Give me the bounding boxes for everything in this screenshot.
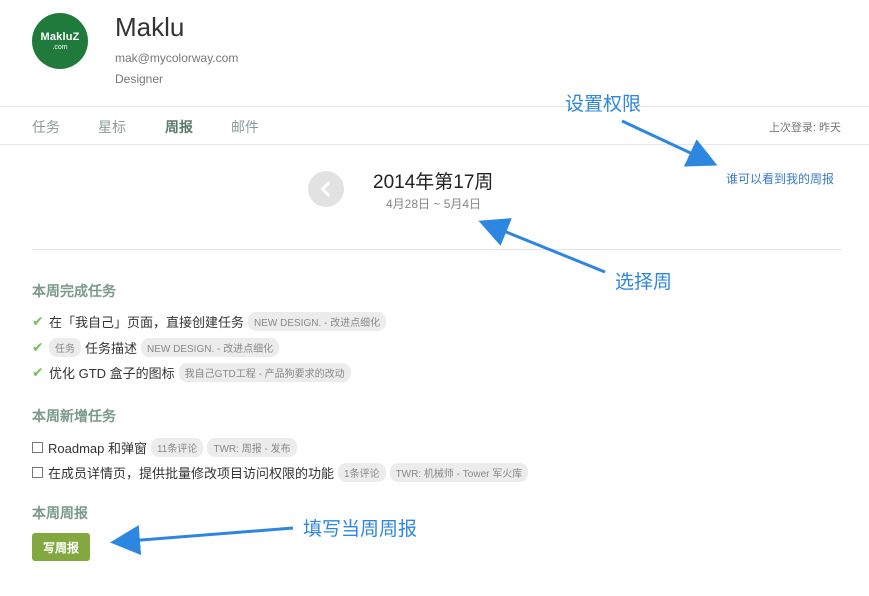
arrow-to-week-selector: [478, 218, 606, 274]
week-date-range: 4月28日 ~ 5月4日: [386, 197, 482, 211]
arrow-to-write-button: [110, 525, 294, 556]
task-type-tag: 任务: [49, 338, 81, 357]
completed-task-row: ✔ 任务 任务描述 NEW DESIGN. - 改进点细化: [32, 338, 280, 357]
project-tag[interactable]: NEW DESIGN. - 改进点细化: [141, 338, 280, 357]
new-tasks-heading: 本周新增任务: [32, 408, 116, 424]
weekly-report-heading: 本周周报: [32, 505, 88, 521]
project-tag[interactable]: TWR: 机械师 - Tower 军火库: [389, 463, 529, 482]
profile-name: Maklu: [115, 12, 185, 42]
comment-count-tag[interactable]: 11条评论: [150, 438, 204, 457]
profile-email: mak@mycolorway.com: [115, 51, 239, 65]
new-task-row: 在成员详情页，提供批量修改项目访问权限的功能 1条评论 TWR: 机械师 - T…: [32, 463, 529, 482]
annotation-select-week: 选择周: [615, 272, 673, 293]
tab-mail[interactable]: 邮件: [231, 117, 259, 137]
avatar[interactable]: MakluZ .com: [32, 13, 88, 69]
avatar-brand-text: MakluZ: [40, 31, 80, 43]
completed-task-row: ✔ 优化 GTD 盒子的图标 我自己GTD工程 - 产品狗要求的改动: [32, 363, 351, 382]
tab-bar: 任务 星标 周报 邮件 上次登录: 昨天: [0, 106, 869, 145]
new-task-row: Roadmap 和弹窗 11条评论 TWR: 周报 - 发布: [32, 438, 297, 457]
task-checkbox[interactable]: [32, 467, 43, 478]
project-tag[interactable]: TWR: 周报 - 发布: [207, 438, 297, 457]
check-icon: ✔: [32, 313, 44, 329]
divider: [32, 249, 842, 250]
last-login-text: 上次登录: 昨天: [768, 122, 841, 134]
completed-tasks-heading: 本周完成任务: [32, 283, 116, 299]
tab-weekly-report[interactable]: 周报: [165, 117, 193, 137]
tab-stars[interactable]: 星标: [98, 117, 126, 137]
task-link[interactable]: 在成员详情页，提供批量修改项目访问权限的功能: [48, 463, 334, 482]
task-link[interactable]: Roadmap 和弹窗: [48, 438, 147, 457]
write-report-button[interactable]: 写周报: [32, 533, 90, 561]
comment-count-tag[interactable]: 1条评论: [338, 463, 386, 482]
annotation-arrows: [110, 119, 718, 556]
report-visibility-link[interactable]: 谁可以看到我的周报: [726, 170, 834, 187]
tab-tasks[interactable]: 任务: [32, 117, 60, 137]
previous-week-button[interactable]: [308, 171, 344, 207]
project-tag[interactable]: NEW DESIGN. - 改进点细化: [248, 312, 387, 331]
annotation-set-permission: 设置权限: [565, 94, 642, 115]
week-title: 2014年第17周: [373, 172, 494, 193]
check-icon: ✔: [32, 364, 44, 380]
annotation-fill-report: 填写当周周报: [303, 519, 418, 540]
task-link[interactable]: 任务描述: [85, 338, 137, 357]
task-link[interactable]: 在「我自己」页面，直接创建任务: [49, 312, 244, 331]
project-tag[interactable]: 我自己GTD工程 - 产品狗要求的改动: [178, 363, 351, 382]
avatar-brand-sub: .com: [52, 44, 68, 51]
chevron-left-icon: [321, 181, 330, 197]
completed-task-row: ✔ 在「我自己」页面，直接创建任务 NEW DESIGN. - 改进点细化: [32, 312, 387, 331]
check-icon: ✔: [32, 339, 44, 355]
profile-role: Designer: [115, 72, 164, 86]
task-link[interactable]: 优化 GTD 盒子的图标: [49, 363, 175, 382]
task-checkbox[interactable]: [32, 442, 43, 453]
